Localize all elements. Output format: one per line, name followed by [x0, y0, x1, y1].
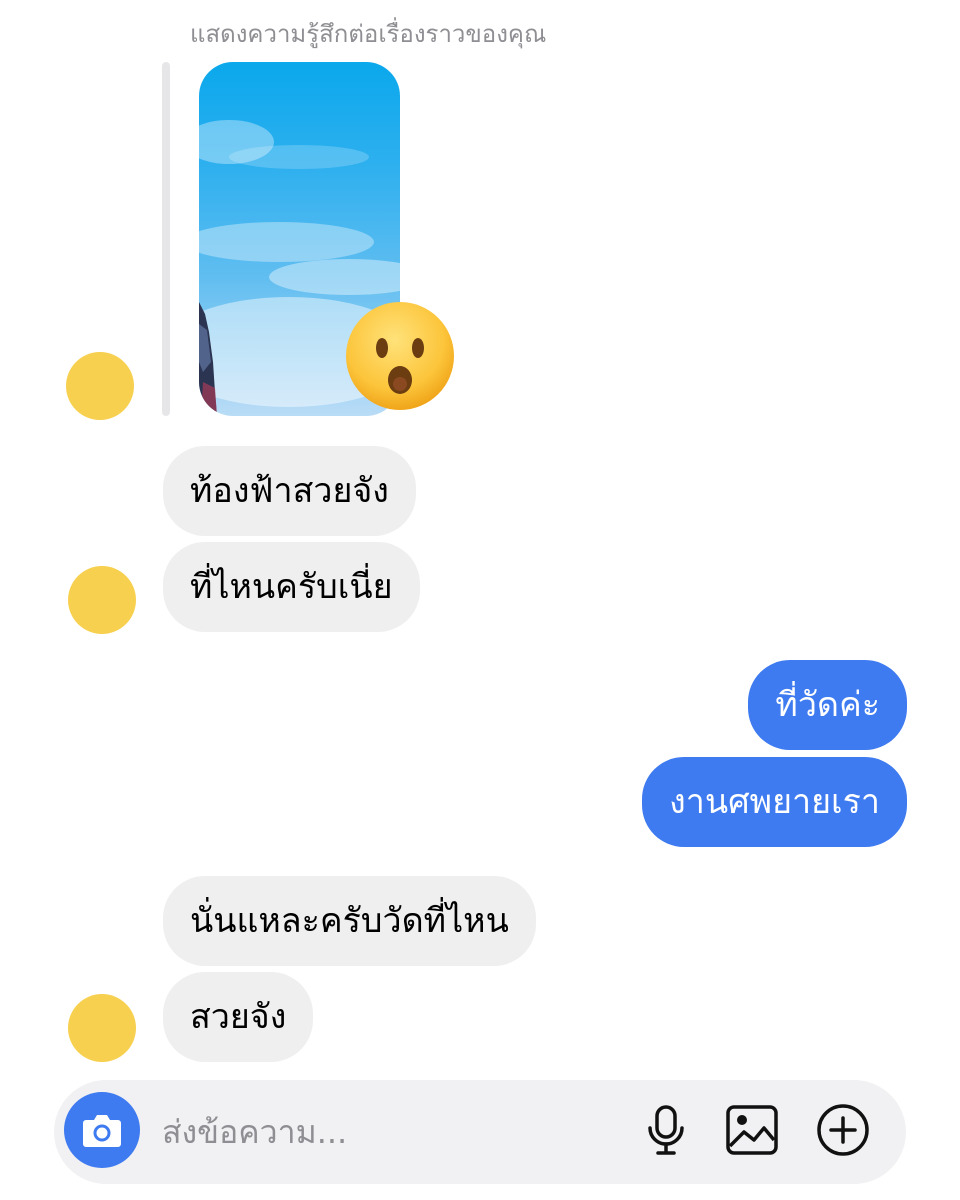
quote-bar: [162, 62, 170, 416]
microphone-button[interactable]: [638, 1102, 694, 1158]
camera-icon: [83, 1115, 121, 1147]
gallery-button[interactable]: [724, 1102, 780, 1158]
message-bubble-outgoing[interactable]: งานศพยายเรา: [642, 757, 907, 847]
add-button[interactable]: [815, 1102, 871, 1158]
message-bubble-incoming[interactable]: ที่ไหนครับเนี่ย: [163, 542, 420, 632]
add-icon: [817, 1104, 869, 1156]
story-reply-caption: แสดงความรู้สึกต่อเรื่องราวของคุณ: [190, 20, 547, 48]
image-icon: [726, 1105, 778, 1155]
microphone-icon: [648, 1105, 684, 1155]
message-bubble-incoming[interactable]: นั่นแหละครับวัดที่ไหน: [163, 876, 536, 966]
message-bubble-incoming[interactable]: ท้องฟ้าสวยจัง: [163, 446, 416, 536]
chat-screen: แสดงความรู้สึกต่อเรื่องราวของคุณ ท้องฟ้า…: [0, 0, 960, 1200]
message-bubble-outgoing[interactable]: ที่วัดค่ะ: [748, 660, 907, 750]
avatar[interactable]: [68, 994, 136, 1062]
message-bubble-incoming[interactable]: สวยจัง: [163, 972, 314, 1062]
avatar[interactable]: [66, 352, 134, 420]
avatar[interactable]: [68, 566, 136, 634]
surprised-face-emoji[interactable]: [344, 300, 456, 412]
message-input[interactable]: [162, 1106, 602, 1158]
camera-button[interactable]: [64, 1092, 140, 1168]
